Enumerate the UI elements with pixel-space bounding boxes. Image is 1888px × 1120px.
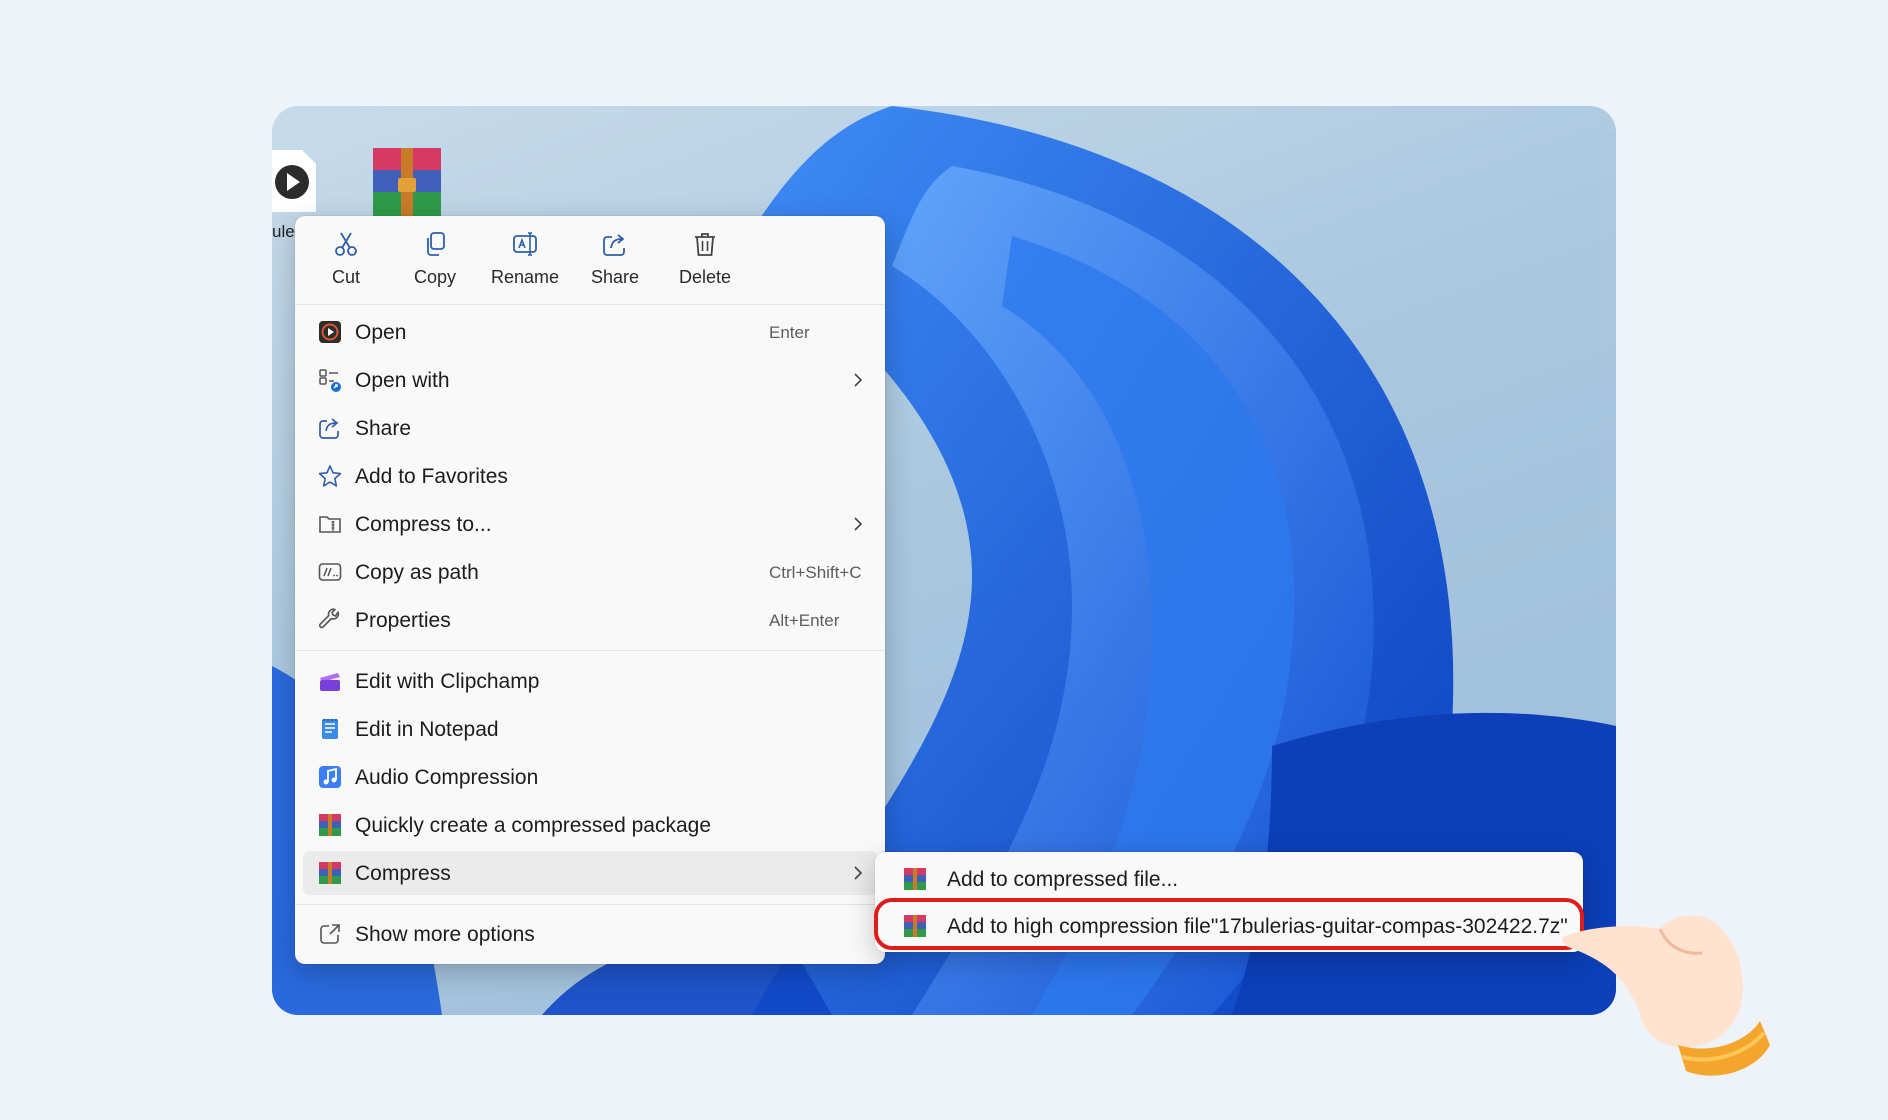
star-icon [318,465,342,487]
chevron-right-icon [854,866,863,880]
menu-item-copy-as-path[interactable]: Copy as path Ctrl+Shift+C [303,550,877,594]
menu-item-compress-to[interactable]: Compress to... [303,502,877,546]
scissors-icon [335,232,357,256]
menu-item-label: Add to Favorites [355,465,508,488]
menu-item-label: Open with [355,369,450,392]
context-menu: Cut Copy Rename Share Delete Open Enter … [295,216,885,964]
cut-label: Cut [331,267,360,287]
menu-item-edit-in-notepad[interactable]: Edit in Notepad [303,707,877,751]
shortcut-label: Enter [769,323,810,342]
menu-item-properties[interactable]: Properties Alt+Enter [303,598,877,642]
zip-folder-icon [319,516,341,533]
shortcut-label: Ctrl+Shift+C [769,563,862,582]
menu-item-label: Properties [355,609,451,632]
chevron-right-icon [854,373,863,387]
menu-item-open[interactable]: Open Enter [303,310,877,354]
share-icon [603,234,625,256]
menu-item-label: Share [355,417,412,440]
menu-item-edit-with-clipchamp[interactable]: Edit with Clipchamp [303,659,877,703]
menu-item-add-to-favorites[interactable]: Add to Favorites [303,454,877,498]
menu-item-label: Audio Compression [355,766,539,789]
share-icon [319,418,339,439]
winrar-icon [373,148,441,216]
menu-item-label: Quickly create a compressed package [355,814,712,837]
menu-item-quickly-create-compressed-package[interactable]: Quickly create a compressed package [303,803,877,847]
highlight-outline [874,898,1584,950]
open-with-icon [319,369,341,392]
winrar-icon [319,814,341,836]
winrar-icon [319,862,341,884]
menu-item-label: Edit in Notepad [355,718,499,741]
menu-item-label: Edit with Clipchamp [355,670,540,693]
menu-item-label: Copy as path [355,561,479,584]
desktop-icon-winrar-archive[interactable] [371,148,443,216]
delete-label: Delete [678,267,732,287]
cut-button[interactable]: Cut [306,230,386,296]
shortcut-label: Alt+Enter [769,611,840,630]
share-button[interactable]: Share [575,230,655,296]
toolbar-divider [295,304,885,305]
menu-item-label: Compress to... [355,513,492,536]
desktop-icon-audio-file[interactable] [272,150,316,212]
submenu-item-add-to-compressed-file[interactable]: Add to compressed file... [883,857,1575,901]
menu-item-share[interactable]: Share [303,406,877,450]
menu-divider [295,650,885,651]
more-options-icon [320,924,340,944]
submenu-item-label: Add to compressed file... [947,868,1179,891]
notepad-icon [322,719,338,739]
context-menu-toolbar: Cut Copy Rename Share Delete [295,216,885,304]
trash-icon [695,233,715,256]
menu-divider [295,904,885,905]
rename-label: Rename [490,267,560,287]
share-label: Share [590,267,640,287]
wrench-icon [319,608,340,629]
menu-item-open-with[interactable]: Open with [303,358,877,402]
rename-icon [513,232,537,256]
menu-item-audio-compression[interactable]: Audio Compression [303,755,877,799]
path-icon [318,563,342,581]
copy-icon [427,232,445,256]
chevron-right-icon [854,517,863,531]
copy-label: Copy [413,267,457,287]
copy-button[interactable]: Copy [395,230,475,296]
menu-item-label: Show more options [355,923,535,946]
winrar-icon [904,868,926,890]
music-note-icon [319,766,341,788]
delete-button[interactable]: Delete [665,230,745,296]
pointing-hand-icon [1562,915,1770,1076]
menu-item-label: Open [355,321,407,344]
media-play-icon [319,321,341,343]
menu-item-label: Compress [355,862,451,885]
menu-item-compress[interactable]: Compress [303,851,877,895]
rename-button[interactable]: Rename [485,230,565,296]
menu-item-show-more-options[interactable]: Show more options [303,912,877,956]
audio-file-icon [272,150,316,212]
clipchamp-icon [320,673,340,691]
desktop-icon-label: ule [272,222,295,241]
